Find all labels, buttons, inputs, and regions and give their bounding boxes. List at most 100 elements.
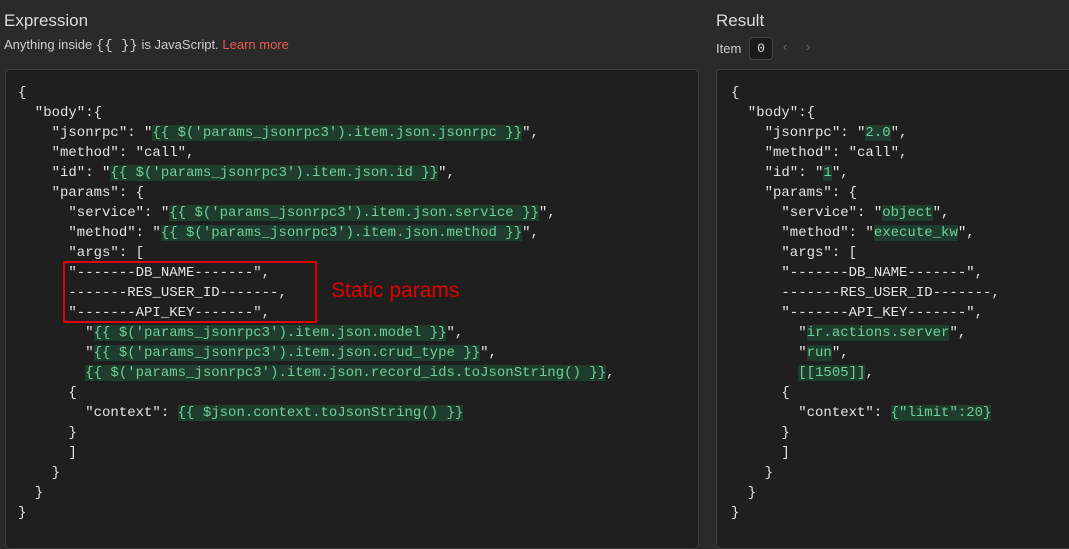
expression-value: [[1505]] xyxy=(798,365,866,381)
code-line: } xyxy=(731,503,1000,523)
expression-value: {{ $('params_jsonrpc3').item.json.model … xyxy=(93,325,447,341)
code-text: ", xyxy=(446,325,464,341)
code-line: "ir.actions.server", xyxy=(731,323,1000,343)
code-text: "-------API_KEY-------", xyxy=(731,305,984,321)
code-text: "method": " xyxy=(18,225,161,241)
code-text: "service": " xyxy=(731,205,883,221)
code-text: ", xyxy=(538,205,556,221)
code-text: { xyxy=(18,85,27,101)
code-text: " xyxy=(18,325,94,341)
code-text: ", xyxy=(522,125,539,141)
result-title: Result xyxy=(716,11,765,30)
code-text: ", xyxy=(522,225,539,241)
code-text: "service": " xyxy=(18,205,170,221)
code-text: ", xyxy=(949,325,967,341)
code-line: } xyxy=(18,463,615,483)
result-viewer: { "body":{ "jsonrpc": "2.0", "method": "… xyxy=(716,69,1069,549)
expression-value: {{ $('params_jsonrpc3').item.json.jsonrp… xyxy=(152,125,523,141)
code-line: {{ $('params_jsonrpc3').item.json.record… xyxy=(18,363,615,383)
code-text: "id": " xyxy=(731,165,824,181)
prev-item-button[interactable]: ‹ xyxy=(783,39,787,54)
code-line: -------RES_USER_ID-------, xyxy=(731,283,1000,303)
static-params-annotation: Static params xyxy=(331,279,460,302)
next-item-button[interactable]: › xyxy=(806,39,810,54)
item-label: Item xyxy=(716,41,742,56)
code-line: "method": "call", xyxy=(731,143,1000,163)
expression-value: {{ $('params_jsonrpc3').item.json.crud_t… xyxy=(93,345,481,361)
code-text: " xyxy=(18,345,94,361)
expression-value: execute_kw xyxy=(873,225,958,241)
code-line: "method": "{{ $('params_jsonrpc3').item.… xyxy=(18,223,615,243)
expression-value: object xyxy=(882,205,933,221)
code-text: , xyxy=(865,365,874,381)
code-text: } xyxy=(731,485,757,501)
code-text: } xyxy=(18,485,44,501)
code-line: } xyxy=(18,483,615,503)
code-text: "id": " xyxy=(18,165,111,181)
code-text: , xyxy=(606,365,615,381)
code-line: ] xyxy=(18,443,615,463)
code-line: { xyxy=(731,83,1000,103)
code-text: "jsonrpc": " xyxy=(731,125,866,141)
expression-value: {{ $('params_jsonrpc3').item.json.servic… xyxy=(169,205,539,221)
code-text: ] xyxy=(18,445,77,461)
code-text: " xyxy=(731,325,807,341)
code-line: "body":{ xyxy=(18,103,615,123)
expression-value: {"limit":20} xyxy=(890,405,992,421)
expression-title: Expression xyxy=(4,11,89,30)
code-line: "service": "object", xyxy=(731,203,1000,223)
code-text: ", xyxy=(890,125,908,141)
code-line: } xyxy=(731,463,1000,483)
code-text: ", xyxy=(831,345,849,361)
hint-braces: {{ }} xyxy=(95,38,138,54)
code-line: { xyxy=(18,83,615,103)
expression-value: {{ $json.context.toJsonString() }} xyxy=(177,405,464,421)
code-line: "body":{ xyxy=(731,103,1000,123)
static-params-highlight-box xyxy=(63,261,317,323)
expression-value: run xyxy=(806,345,832,361)
code-line: "method": "execute_kw", xyxy=(731,223,1000,243)
item-index-input[interactable]: 0 xyxy=(749,37,773,60)
code-line: { xyxy=(18,383,615,403)
code-text: } xyxy=(731,465,774,481)
code-text: "method": "call", xyxy=(731,145,908,161)
code-text: "jsonrpc": " xyxy=(18,125,153,141)
code-text: ", xyxy=(932,205,950,221)
code-line: [[1505]], xyxy=(731,363,1000,383)
code-text: ", xyxy=(957,225,975,241)
code-line: "run", xyxy=(731,343,1000,363)
code-line: } xyxy=(18,503,615,523)
code-text: " xyxy=(731,345,807,361)
code-text: } xyxy=(18,505,27,521)
code-line: "jsonrpc": "2.0", xyxy=(731,123,1000,143)
code-line: } xyxy=(18,423,615,443)
code-text: "body":{ xyxy=(731,105,816,121)
code-text: "params": { xyxy=(18,185,145,201)
learn-more-link[interactable]: Learn more xyxy=(222,37,288,52)
expression-value: 1 xyxy=(823,165,832,181)
code-text: -------RES_USER_ID-------, xyxy=(731,285,1000,301)
code-text: "context": xyxy=(18,405,178,421)
expression-value: {{ $('params_jsonrpc3').item.json.method… xyxy=(160,225,523,241)
code-line: } xyxy=(731,423,1000,443)
code-line: } xyxy=(731,483,1000,503)
code-line: ] xyxy=(731,443,1000,463)
code-line: "jsonrpc": "{{ $('params_jsonrpc3').item… xyxy=(18,123,615,143)
code-text: } xyxy=(18,425,77,441)
code-text: "-------DB_NAME-------", xyxy=(731,265,984,281)
code-line: "context": {{ $json.context.toJsonString… xyxy=(18,403,615,423)
expression-value: {{ $('params_jsonrpc3').item.json.id }} xyxy=(110,165,439,181)
code-line: "id": "{{ $('params_jsonrpc3').item.json… xyxy=(18,163,615,183)
code-text: } xyxy=(18,465,61,481)
code-line: "-------DB_NAME-------", xyxy=(731,263,1000,283)
code-text: ", xyxy=(438,165,455,181)
result-code: { "body":{ "jsonrpc": "2.0", "method": "… xyxy=(731,83,1000,523)
code-text: { xyxy=(18,385,77,401)
code-line: "id": "1", xyxy=(731,163,1000,183)
code-line: "-------API_KEY-------", xyxy=(731,303,1000,323)
hint-suffix: is JavaScript. xyxy=(141,37,219,52)
code-text: { xyxy=(731,85,740,101)
hint-prefix: Anything inside xyxy=(4,37,93,52)
code-line: "params": { xyxy=(731,183,1000,203)
